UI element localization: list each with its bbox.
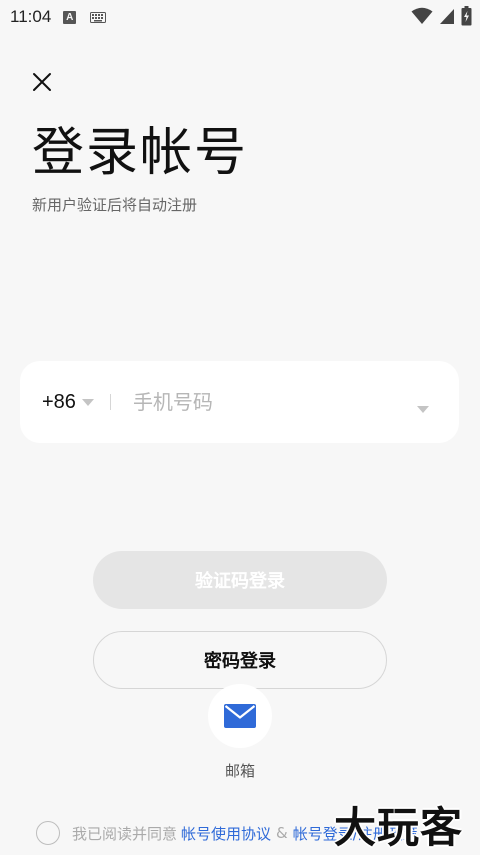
status-time: 11:04 bbox=[10, 7, 52, 26]
page-title: 登录帐号 bbox=[32, 123, 249, 183]
signal-icon bbox=[439, 7, 455, 29]
country-code-value: +86 bbox=[42, 390, 76, 413]
password-login-button[interactable]: 密码登录 bbox=[93, 631, 387, 689]
input-divider bbox=[109, 394, 111, 410]
agreement-checkbox[interactable] bbox=[36, 821, 60, 845]
close-icon bbox=[33, 73, 51, 91]
agreement-prefix: 我已阅读并同意 bbox=[72, 824, 178, 843]
status-bar: 11:04 A bbox=[0, 0, 480, 34]
status-right-icons bbox=[411, 6, 472, 30]
caret-down-icon bbox=[417, 406, 429, 413]
sms-code-login-button[interactable]: 验证码登录 bbox=[93, 551, 387, 609]
envelope-icon bbox=[224, 704, 256, 728]
phone-input-card: +86 bbox=[20, 361, 459, 443]
status-left-icons: A bbox=[63, 8, 107, 27]
agreement-ampersand: & bbox=[276, 824, 288, 842]
keyboard-icon bbox=[90, 8, 107, 27]
account-history-dropdown[interactable] bbox=[417, 398, 429, 417]
phone-number-input[interactable] bbox=[132, 390, 393, 414]
country-code-selector[interactable]: +86 bbox=[42, 391, 94, 414]
email-login-label: 邮箱 bbox=[224, 762, 255, 780]
caret-down-icon bbox=[81, 398, 94, 406]
close-button[interactable] bbox=[30, 70, 54, 94]
email-login-button[interactable] bbox=[208, 684, 272, 748]
account-usage-agreement-link[interactable]: 帐号使用协议 bbox=[181, 823, 271, 844]
watermark-logo: 大玩客 bbox=[334, 803, 464, 852]
wifi-icon bbox=[411, 7, 433, 29]
page-subtitle: 新用户验证后将自动注册 bbox=[32, 196, 198, 214]
a-badge-icon: A bbox=[63, 10, 77, 24]
battery-charging-icon bbox=[461, 6, 472, 30]
